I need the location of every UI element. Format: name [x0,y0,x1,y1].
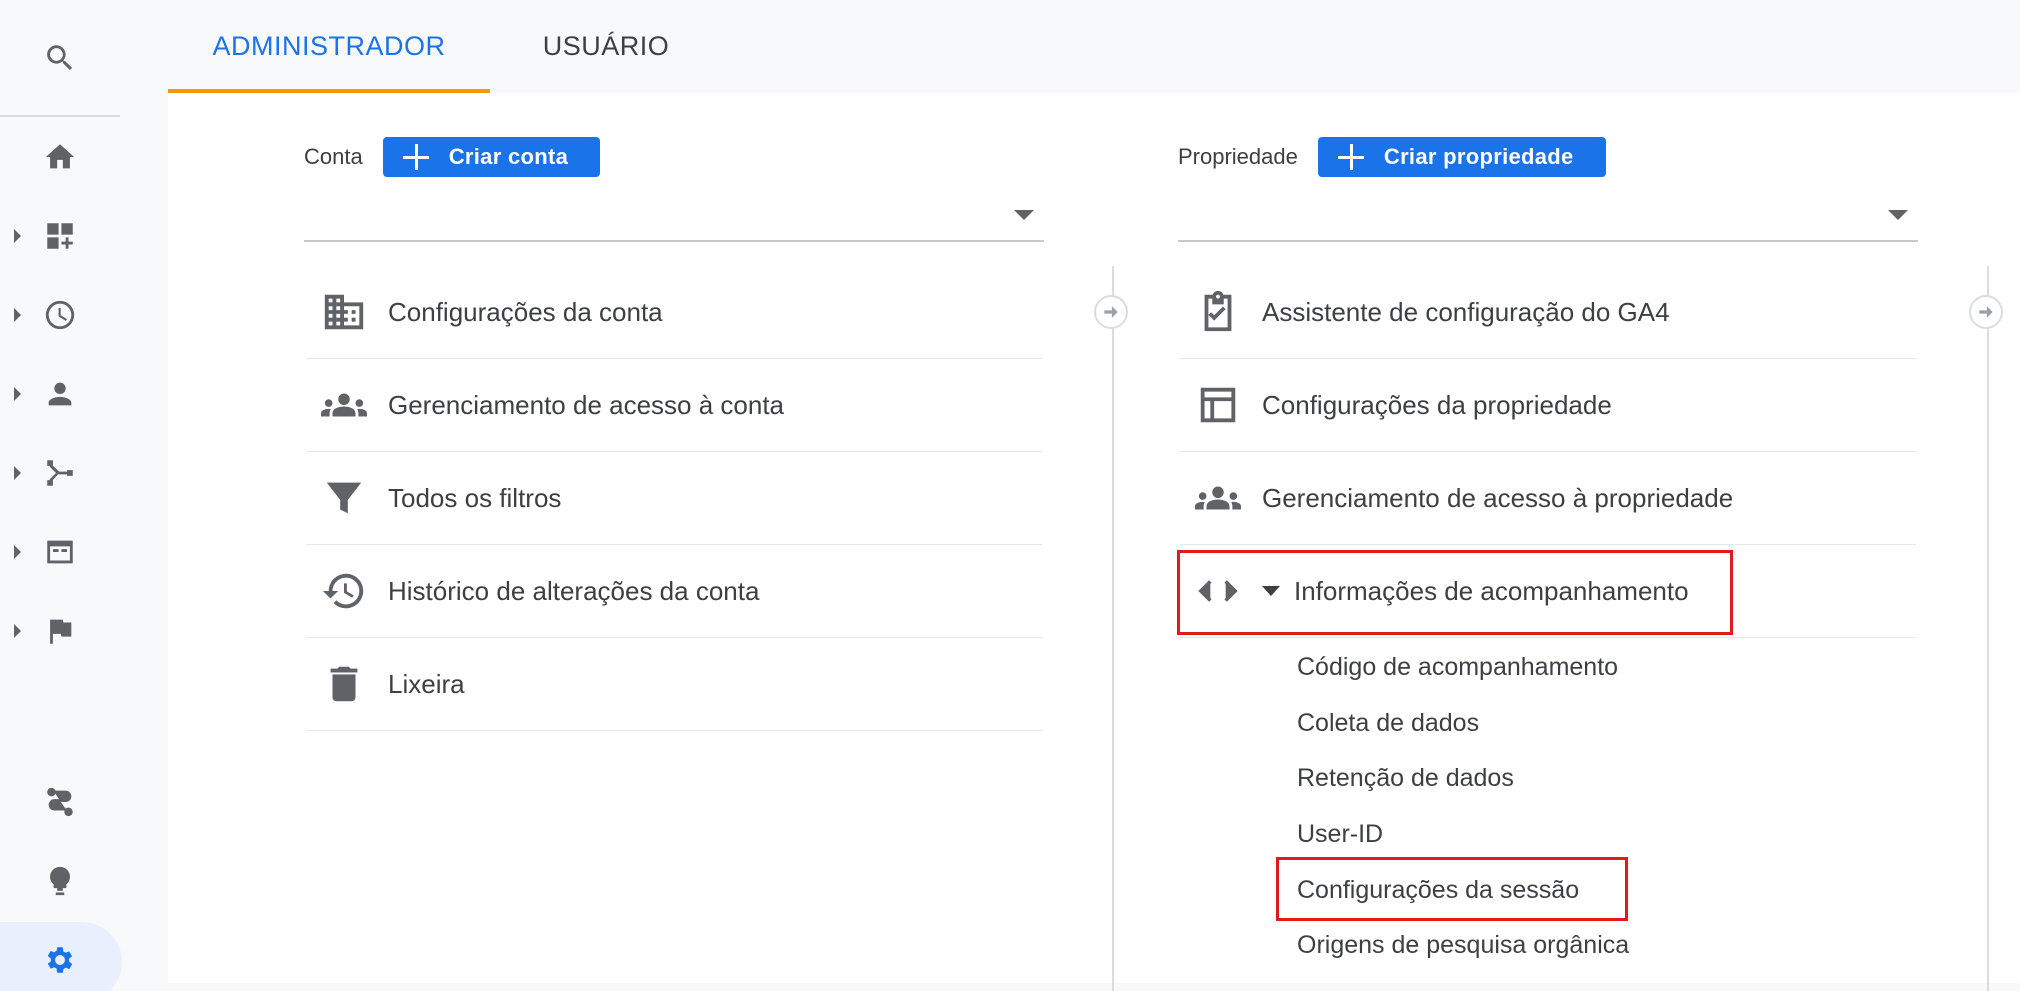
create-property-label: Criar propriedade [1383,144,1574,169]
nav-realtime[interactable] [0,285,120,345]
tracking-subitem-user-id[interactable]: User-ID [1297,814,1383,854]
audience-icon [48,382,72,406]
admin-gear-icon [47,947,73,973]
admin-tabs: ADMINISTRADOR USUÁRIO [168,0,2020,93]
tab-administrador[interactable]: ADMINISTRADOR [168,0,490,93]
property-selector[interactable] [1178,190,1918,242]
highlight-session-settings [1276,857,1628,921]
history-icon [320,567,368,615]
nav-customization[interactable] [0,206,120,266]
nav-admin[interactable] [0,930,120,990]
tracking-subitem-code[interactable]: Código de acompanhamento [1297,647,1618,687]
property-column-header: Propriedade Criar propriedade [1178,137,1606,177]
expand-caret-icon [14,387,21,401]
expand-caret-icon [14,308,21,322]
attribution-icon [47,787,73,817]
account-label: Conta [304,144,363,169]
people-icon [320,381,368,429]
layout-icon [1194,381,1242,429]
expand-caret-icon [14,545,21,559]
column-divider [1112,266,1114,991]
dropdown-arrow-icon [1014,210,1034,220]
clipboard-check-icon [1194,288,1242,336]
subitem-label: Retenção de dados [1297,763,1514,792]
account-menu-item-trash[interactable]: Lixeira [306,638,1042,731]
menu-item-label: Histórico de alterações da conta [388,575,760,606]
tracking-subitem-organic-search[interactable]: Origens de pesquisa orgânica [1297,925,1629,965]
subitem-label: Origens de pesquisa orgânica [1297,930,1630,959]
analytics-admin-app: ADMINISTRADOR USUÁRIO Conta Criar conta … [0,0,2020,991]
arrow-right-button[interactable] [1969,295,2003,329]
expand-caret-icon [14,624,21,638]
menu-item-label: Configurações da conta [388,296,663,327]
nav-acquisition[interactable] [0,443,120,503]
menu-item-label: Gerenciamento de acesso à conta [388,389,785,420]
nav-attribution[interactable] [0,772,120,832]
nav-home[interactable] [0,127,120,187]
acquisition-icon [47,460,73,486]
create-account-label: Criar conta [448,144,569,169]
expand-caret-icon [14,229,21,243]
subitem-label: Coleta de dados [1297,708,1480,737]
building-icon [320,288,368,336]
plus-icon [1337,144,1364,170]
tracking-subitem-data-collection[interactable]: Coleta de dados [1297,703,1479,743]
conversions-icon [50,619,72,644]
customization-icon [47,223,73,249]
menu-item-label: Todos os filtros [388,482,562,513]
create-property-button[interactable]: Criar propriedade [1317,137,1606,177]
behavior-icon [47,540,73,564]
account-menu-item-access[interactable]: Gerenciamento de acesso à conta [306,359,1042,452]
home-icon [45,144,75,169]
search-icon [47,45,73,71]
column-divider [1987,266,1989,991]
account-menu-item-history[interactable]: Histórico de alterações da conta [306,545,1042,638]
account-selector[interactable] [304,190,1044,242]
subitem-label: User-ID [1297,819,1384,848]
arrow-right-button[interactable] [1094,295,1128,329]
highlight-tracking-info [1177,550,1733,635]
account-column-header: Conta Criar conta [304,137,601,177]
nav-discover[interactable] [0,851,120,911]
tab-usuario[interactable]: USUÁRIO [490,0,722,93]
people-icon [1194,474,1242,522]
dropdown-arrow-icon [1888,210,1908,220]
property-label: Propriedade [1178,144,1298,169]
nav-behavior[interactable] [0,522,120,582]
menu-item-label: Lixeira [388,668,465,699]
menu-item-label: Assistente de configuração do GA4 [1262,296,1670,327]
account-menu-item-filters[interactable]: Todos os filtros [306,452,1042,545]
nav-divider [0,115,120,117]
subitem-label: Código de acompanhamento [1297,652,1619,681]
plus-icon [402,144,429,170]
trash-icon [320,660,368,708]
tab-label: ADMINISTRADOR [212,31,446,61]
create-account-button[interactable]: Criar conta [382,137,601,177]
realtime-icon [45,300,75,330]
search-button[interactable] [0,28,120,88]
left-navigation [0,0,122,991]
expand-caret-icon [14,466,21,480]
nav-audience[interactable] [0,364,120,424]
account-menu-item-settings[interactable]: Configurações da conta [306,266,1042,359]
property-menu-item-settings[interactable]: Configurações da propriedade [1180,359,1916,452]
nav-conversions[interactable] [0,601,120,661]
property-menu-item-ga4-assistant[interactable]: Assistente de configuração do GA4 [1180,266,1916,359]
tab-label: USUÁRIO [542,31,670,61]
discover-icon [50,866,70,896]
arrow-right-icon [1104,306,1118,318]
filter-icon [320,474,368,522]
menu-item-label: Gerenciamento de acesso à propriedade [1262,482,1734,513]
tracking-subitem-data-retention[interactable]: Retenção de dados [1297,758,1514,798]
arrow-right-icon [1979,306,1993,318]
menu-item-label: Configurações da propriedade [1262,389,1612,420]
property-menu-item-access[interactable]: Gerenciamento de acesso à propriedade [1180,452,1916,545]
